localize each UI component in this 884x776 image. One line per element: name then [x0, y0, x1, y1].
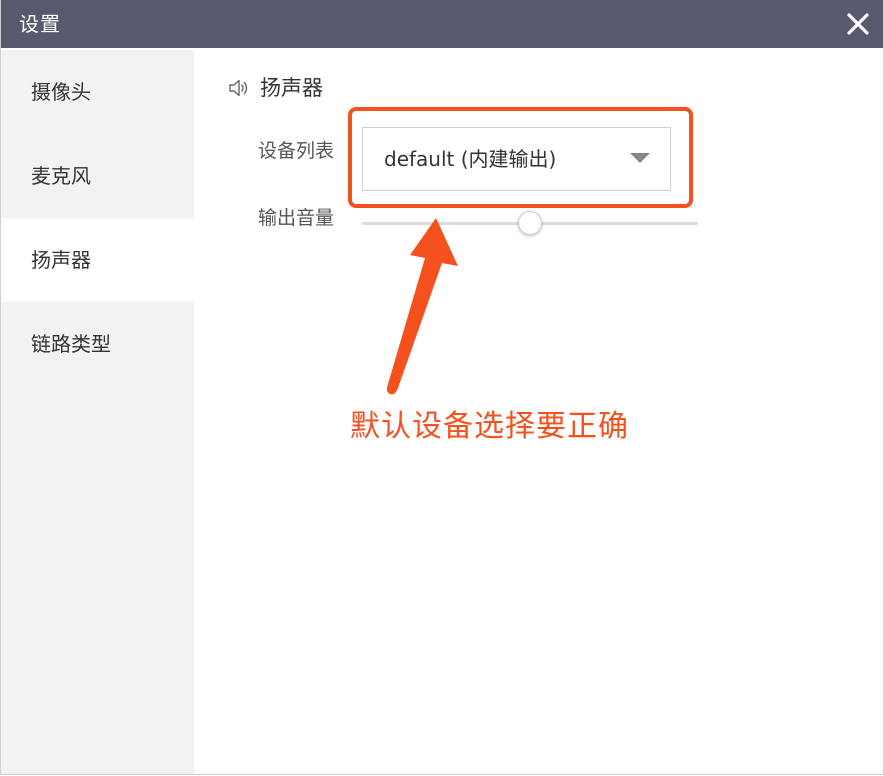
- close-button[interactable]: [844, 10, 872, 38]
- annotation-arrow-icon: [386, 218, 458, 395]
- annotation-highlight-box: [348, 107, 693, 208]
- speaker-settings-panel: 扬声器 设备列表 default (内建输出) 输出音量 默认设备选择要正确: [194, 50, 883, 774]
- speaker-icon: [229, 79, 248, 97]
- settings-window: 设置 摄像头 麦克风 扬声器 链路类型 扬声器 设备列表 default (内建…: [0, 0, 884, 775]
- sidebar-item-label: 麦克风: [31, 164, 91, 188]
- sidebar-item-microphone[interactable]: 麦克风: [1, 134, 194, 218]
- output-volume-label: 输出音量: [258, 207, 335, 229]
- sidebar-item-camera[interactable]: 摄像头: [1, 50, 194, 134]
- window-title: 设置: [19, 12, 61, 36]
- section-title: 扬声器: [260, 76, 323, 100]
- close-icon: [847, 13, 869, 35]
- device-list-label: 设备列表: [258, 140, 335, 162]
- title-bar: 设置: [1, 0, 883, 48]
- sidebar-item-link-type[interactable]: 链路类型: [1, 302, 194, 386]
- sidebar-item-label: 摄像头: [31, 80, 91, 104]
- settings-sidebar: 摄像头 麦克风 扬声器 链路类型: [1, 50, 194, 774]
- sidebar-item-label: 链路类型: [31, 332, 111, 356]
- sidebar-item-label: 扬声器: [31, 248, 91, 272]
- sidebar-item-speaker[interactable]: 扬声器: [1, 218, 194, 302]
- volume-slider-thumb[interactable]: [518, 211, 542, 235]
- annotation-text: 默认设备选择要正确: [350, 409, 629, 444]
